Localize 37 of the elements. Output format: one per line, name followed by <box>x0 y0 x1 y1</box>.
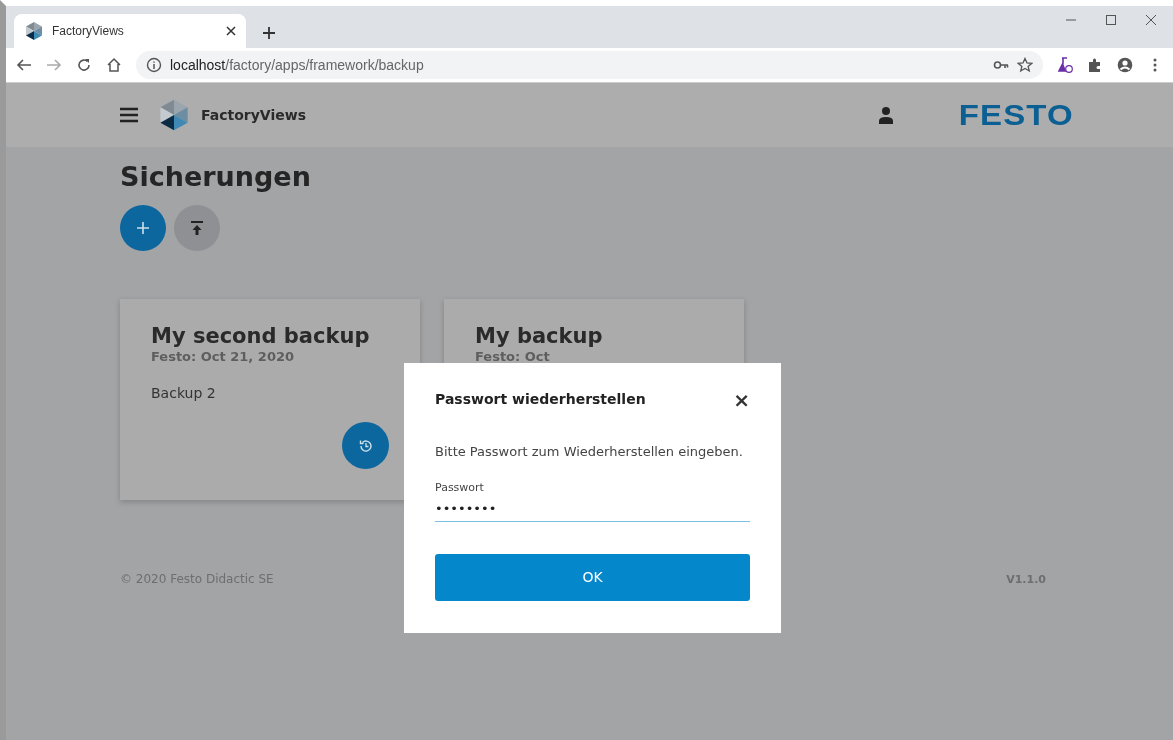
field-label: Passwort <box>435 479 485 496</box>
user-icon[interactable] <box>877 106 894 124</box>
flask-icon[interactable] <box>1057 57 1073 73</box>
backup-description: Backup 2 <box>151 383 217 403</box>
new-tab-icon[interactable] <box>262 26 276 40</box>
app-name: FactoryViews <box>201 105 306 125</box>
backup-date: Festo: Oct 21, 2020 <box>151 348 295 367</box>
ok-button[interactable]: OK <box>435 553 750 601</box>
upload-button[interactable] <box>174 205 220 252</box>
copyright-text: © 2020 Festo Didactic SE <box>120 571 274 589</box>
info-icon[interactable] <box>146 57 162 73</box>
maximize-icon[interactable] <box>1105 14 1117 26</box>
backup-title: My backup <box>475 325 604 348</box>
star-icon[interactable] <box>1017 57 1033 73</box>
add-button[interactable] <box>120 205 166 252</box>
add-icon <box>137 222 149 235</box>
backup-title: My second backup <box>151 325 371 348</box>
app-logo-icon <box>24 21 44 41</box>
restore-button[interactable] <box>342 422 389 470</box>
dialog-message: Bitte Passwort zum Wiederherstellen eingeben. <box>435 443 743 461</box>
close-button[interactable]: × <box>733 389 750 410</box>
account-icon[interactable] <box>1117 57 1133 73</box>
back-icon[interactable] <box>16 57 32 73</box>
close-icon[interactable] <box>1145 14 1157 26</box>
close-icon[interactable] <box>226 26 236 36</box>
upload-icon <box>191 221 203 236</box>
dialog-title: Passwort wiederherstellen <box>435 390 646 409</box>
version-text: V1.1.0 <box>1006 572 1046 589</box>
puzzle-icon[interactable] <box>1087 57 1103 73</box>
page-title: Sicherungen <box>120 161 312 194</box>
restore-icon <box>357 437 374 454</box>
backup-date: Festo: Oct <box>475 348 551 367</box>
home-icon[interactable] <box>106 57 122 73</box>
reload-icon[interactable] <box>76 57 92 73</box>
menu-icon[interactable] <box>119 107 139 123</box>
brand-logo: FESTO <box>958 100 1074 130</box>
app-logo-icon <box>157 98 191 132</box>
